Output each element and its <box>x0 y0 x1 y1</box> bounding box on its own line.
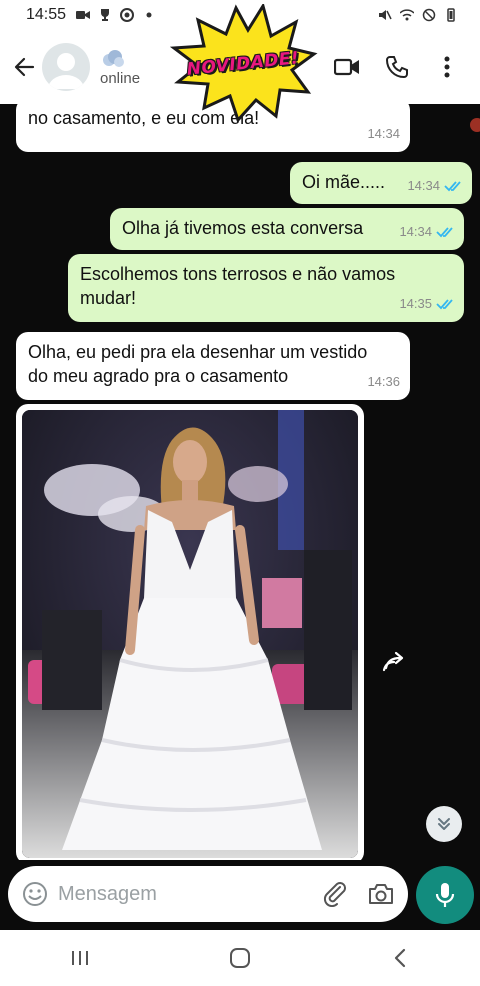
menu-button[interactable] <box>432 52 462 82</box>
camera-icon[interactable] <box>368 882 394 906</box>
phone-icon <box>385 56 408 79</box>
chrome-icon <box>120 8 135 22</box>
system-navigation <box>0 930 480 986</box>
read-tick-icon <box>436 227 453 238</box>
recents-icon <box>72 951 88 965</box>
paperclip-icon[interactable] <box>322 881 348 907</box>
system-icons <box>378 8 458 22</box>
chevron-left-icon <box>394 948 406 968</box>
promo-sticker: NOVIDADE! <box>168 2 318 124</box>
mute-icon <box>379 10 392 20</box>
message-meta: 14:34 <box>367 122 400 146</box>
video-camera-icon <box>334 58 359 76</box>
message-outgoing[interactable]: Olha já tivemos esta conversa 14:34 <box>110 208 464 250</box>
message-text: Oi mãe..... <box>302 172 386 192</box>
bride-runway-image <box>22 410 358 858</box>
edge-indicator <box>470 118 480 132</box>
message-placeholder: Mensagem <box>58 882 157 905</box>
message-time: 14:36 <box>367 374 400 389</box>
smiley-icon[interactable] <box>22 881 48 907</box>
contact-name-emoji-icon <box>103 49 124 67</box>
voice-call-button[interactable] <box>382 52 412 82</box>
message-time: 14:35 <box>399 296 432 311</box>
message-outgoing[interactable]: Oi mãe..... 14:34 <box>290 162 472 204</box>
message-meta: 14:35 <box>399 292 454 316</box>
do-not-disturb-icon <box>422 8 436 22</box>
read-tick-icon <box>436 299 453 310</box>
composer: Mensagem <box>0 860 480 930</box>
message-text: Olha, eu pedi pra ela desenhar um vestid… <box>28 342 368 386</box>
message-outgoing[interactable]: Escolhemos tons terrosos e não vamos mud… <box>68 254 464 322</box>
contact-avatar[interactable] <box>42 43 90 91</box>
video-call-button[interactable] <box>332 52 362 82</box>
read-tick-icon <box>444 181 461 192</box>
message-time: 14:34 <box>399 224 432 239</box>
message-input[interactable]: Mensagem <box>8 866 408 922</box>
message-meta: 14:34 <box>399 220 454 244</box>
notification-icons <box>76 8 156 22</box>
contact-info[interactable]: online <box>100 48 140 87</box>
header-actions <box>332 52 480 82</box>
message-time: 14:34 <box>367 126 400 141</box>
battery-icon <box>447 8 455 22</box>
recent-apps-button[interactable] <box>60 938 100 978</box>
system-back-button[interactable] <box>380 938 420 978</box>
wedding-dress-photo[interactable] <box>22 410 358 858</box>
message-time: 14:34 <box>407 178 440 193</box>
message-text: Olha já tivemos esta conversa <box>122 218 364 238</box>
voice-message-button[interactable] <box>416 866 474 924</box>
scroll-to-bottom-button[interactable] <box>426 806 462 842</box>
microphone-icon <box>435 883 455 907</box>
image-message[interactable] <box>16 404 364 860</box>
message-meta: 14:34 <box>407 174 462 198</box>
dot-icon <box>146 12 152 18</box>
trophy-icon <box>101 9 110 21</box>
wifi-icon <box>400 9 414 21</box>
back-button[interactable] <box>4 47 44 87</box>
home-button[interactable] <box>220 938 260 978</box>
more-vertical-icon <box>444 56 450 78</box>
message-meta: 14:36 <box>367 370 400 394</box>
home-icon <box>230 948 250 968</box>
default-avatar-icon <box>48 53 84 89</box>
message-incoming[interactable]: Olha, eu pedi pra ela desenhar um vestid… <box>16 332 410 400</box>
forward-icon[interactable] <box>380 650 412 674</box>
double-chevron-down-icon <box>438 818 450 830</box>
message-text: Escolhemos tons terrosos e não vamos mud… <box>80 264 396 308</box>
arrow-left-icon <box>14 57 35 77</box>
conversation[interactable]: no casamento, e eu com ela! 14:34 Oi mãe… <box>0 104 480 860</box>
contact-status: online <box>100 69 141 87</box>
video-notification-icon <box>76 11 91 19</box>
status-time: 14:55 <box>26 6 67 23</box>
composer-actions <box>322 881 394 907</box>
